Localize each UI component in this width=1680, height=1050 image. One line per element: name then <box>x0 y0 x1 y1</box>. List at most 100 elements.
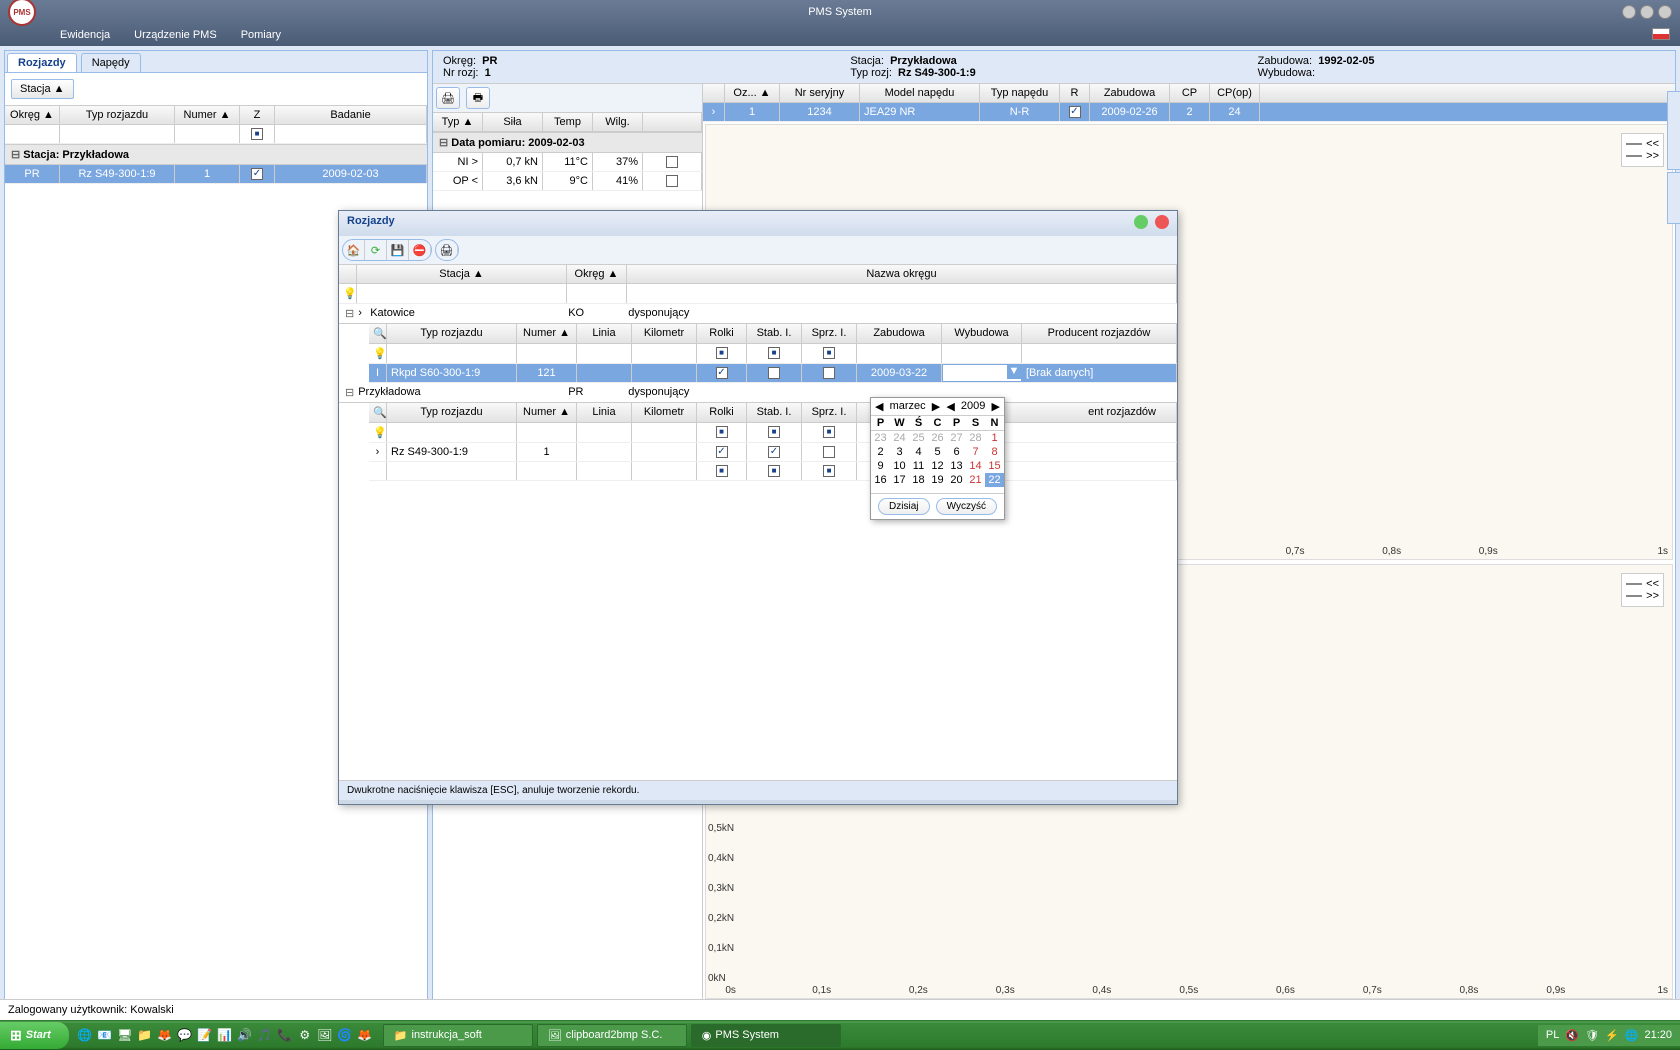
taskbar-item-active[interactable]: ◉PMS System <box>691 1024 841 1047</box>
calendar-day[interactable]: 25 <box>909 431 928 445</box>
ql-icon[interactable]: 📧 <box>97 1027 113 1043</box>
col-okreg[interactable]: Okręg ▲ <box>5 106 60 124</box>
tab-rozjazdy[interactable]: Rozjazdy <box>7 53 77 72</box>
ql-icon[interactable]: ⚙ <box>297 1027 313 1043</box>
save-button[interactable]: 💾 <box>387 240 409 260</box>
ncol-numer[interactable]: Numer ▲ <box>517 324 577 343</box>
month-label[interactable]: marzec <box>890 400 926 413</box>
ql-icon[interactable]: 📁 <box>137 1027 153 1043</box>
dcol-stacja[interactable]: Stacja ▲ <box>357 265 567 283</box>
prev-month-icon[interactable]: ◀ <box>875 400 883 413</box>
naped-row[interactable]: › 1 1234 JEA29 NR N-R 2009-02-26 2 24 <box>703 103 1675 122</box>
col-numer[interactable]: Numer ▲ <box>175 106 240 124</box>
row-checkbox[interactable] <box>666 156 678 168</box>
maximize-icon[interactable] <box>1640 5 1654 19</box>
dialog-close-icon[interactable] <box>1155 215 1169 229</box>
tray-icon[interactable]: 🔇 <box>1565 1029 1579 1042</box>
grid-row-selected[interactable]: PR Rz S49-300-1:9 1 2009-02-03 <box>5 165 427 184</box>
calendar-day[interactable]: 15 <box>985 459 1004 473</box>
flag-icon[interactable] <box>1652 28 1670 40</box>
ql-icon[interactable]: 🔊 <box>237 1027 253 1043</box>
col-cpop[interactable]: CP(op) <box>1210 84 1260 102</box>
row-checkbox[interactable] <box>666 175 678 187</box>
col-typ[interactable]: Typ rozjazdu <box>60 106 175 124</box>
col-badanie[interactable]: Badanie <box>275 106 427 124</box>
group-stacja[interactable]: Stacja: Przykładowa <box>5 144 427 165</box>
delete-button[interactable]: ⛔ <box>409 240 431 260</box>
clear-button[interactable]: Wyczyść <box>936 498 997 515</box>
tab-napedy[interactable]: Napędy <box>81 53 141 72</box>
col-oz[interactable]: Oz... ▲ <box>725 84 780 102</box>
calendar-day[interactable]: 9 <box>871 459 890 473</box>
col-z[interactable]: Z <box>240 106 275 124</box>
home-button[interactable]: 🏠 <box>343 240 365 260</box>
minimize-icon[interactable] <box>1622 5 1636 19</box>
calendar-day[interactable]: 28 <box>966 431 985 445</box>
dialog-minimize-icon[interactable] <box>1134 215 1148 229</box>
ql-icon[interactable]: 📝 <box>197 1027 213 1043</box>
ncol-linia[interactable]: Linia <box>577 324 632 343</box>
col-typnap[interactable]: Typ napędu <box>980 84 1060 102</box>
ql-icon[interactable]: 🦊 <box>157 1027 173 1043</box>
filter-z-checkbox[interactable] <box>251 128 263 140</box>
stacja-button[interactable]: Stacja ▲ <box>11 79 74 99</box>
menu-urzadzenie[interactable]: Urządzenie PMS <box>134 29 217 41</box>
print-button[interactable]: 🖶 <box>466 87 490 109</box>
r-checkbox[interactable] <box>1069 106 1081 118</box>
col-nrser[interactable]: Nr seryjny <box>780 84 860 102</box>
tray-icon[interactable]: 🌐 <box>1625 1029 1639 1042</box>
refresh-button[interactable]: ⟳ <box>365 240 387 260</box>
calendar-day[interactable]: 20 <box>947 473 966 487</box>
nested-row-editing[interactable]: I Rkpd S60-300-1:9 121 2009-03-22 ▼ [Bra… <box>369 364 1177 383</box>
date-dropdown-icon[interactable]: ▼ <box>1007 365 1021 379</box>
calendar-day[interactable]: 7 <box>966 445 985 459</box>
ql-icon[interactable]: 📞 <box>277 1027 293 1043</box>
calendar-day[interactable]: 16 <box>871 473 890 487</box>
col-typ2[interactable]: Typ ▲ <box>433 113 483 131</box>
prev-year-icon[interactable]: ◀ <box>946 400 954 413</box>
tray-icon[interactable]: ⚡ <box>1605 1029 1619 1042</box>
calendar-day[interactable]: 21 <box>966 473 985 487</box>
calendar-day[interactable]: 6 <box>947 445 966 459</box>
tray-icon[interactable]: 🛡 <box>1585 1029 1599 1042</box>
taskbar-item[interactable]: 🖼clipboard2bmp S.C. <box>537 1024 687 1047</box>
cell-z-checkbox[interactable] <box>251 168 263 180</box>
ncol-stab[interactable]: Stab. I. <box>747 324 802 343</box>
col-wilg[interactable]: Wilg. <box>593 113 643 131</box>
calendar-day[interactable]: 22 <box>985 473 1004 487</box>
ql-icon[interactable]: 🎵 <box>257 1027 273 1043</box>
col-r[interactable]: R <box>1060 84 1090 102</box>
ql-icon[interactable]: 🖼 <box>317 1027 333 1043</box>
ql-icon[interactable]: 📊 <box>217 1027 233 1043</box>
calendar-day[interactable]: 17 <box>890 473 909 487</box>
sidetab-stan[interactable]: Stan aktualny <box>1667 91 1680 170</box>
calendar-day[interactable]: 24 <box>890 431 909 445</box>
calendar-day[interactable]: 12 <box>928 459 947 473</box>
ncol-typ[interactable]: Typ rozjazdu <box>387 324 517 343</box>
tray-clock[interactable]: 21:20 <box>1644 1029 1672 1041</box>
col-cp[interactable]: CP <box>1170 84 1210 102</box>
ncol-wyb[interactable]: Wybudowa <box>942 324 1022 343</box>
ql-icon[interactable]: 🦊 <box>357 1027 373 1043</box>
col-temp[interactable]: Temp <box>543 113 593 131</box>
producer-dropdown[interactable]: [Brak danych] <box>1022 364 1177 382</box>
today-button[interactable]: Dzisiaj <box>878 498 929 515</box>
calendar-day[interactable]: 26 <box>928 431 947 445</box>
calendar-day[interactable]: 13 <box>947 459 966 473</box>
nested-row-empty[interactable] <box>369 462 1177 481</box>
dcol-okreg[interactable]: Okręg ▲ <box>567 265 627 283</box>
calendar-day[interactable]: 11 <box>909 459 928 473</box>
ql-icon[interactable]: 💬 <box>177 1027 193 1043</box>
calendar-day[interactable]: 10 <box>890 459 909 473</box>
calendar-day[interactable]: 18 <box>909 473 928 487</box>
calendar-day[interactable]: 27 <box>947 431 966 445</box>
ql-icon[interactable]: 🌐 <box>77 1027 93 1043</box>
sidetab-historia[interactable]: Historia <box>1667 172 1680 224</box>
next-month-icon[interactable]: ▶ <box>932 400 940 413</box>
print-button[interactable]: 🖨 <box>436 240 458 260</box>
menu-pomiary[interactable]: Pomiary <box>241 29 281 41</box>
print-preview-button[interactable]: 🖨 <box>436 87 460 109</box>
ql-icon[interactable]: 🌀 <box>337 1027 353 1043</box>
start-button[interactable]: Start <box>0 1022 69 1049</box>
group-pomiar[interactable]: Data pomiaru: 2009-02-03 <box>433 132 702 153</box>
